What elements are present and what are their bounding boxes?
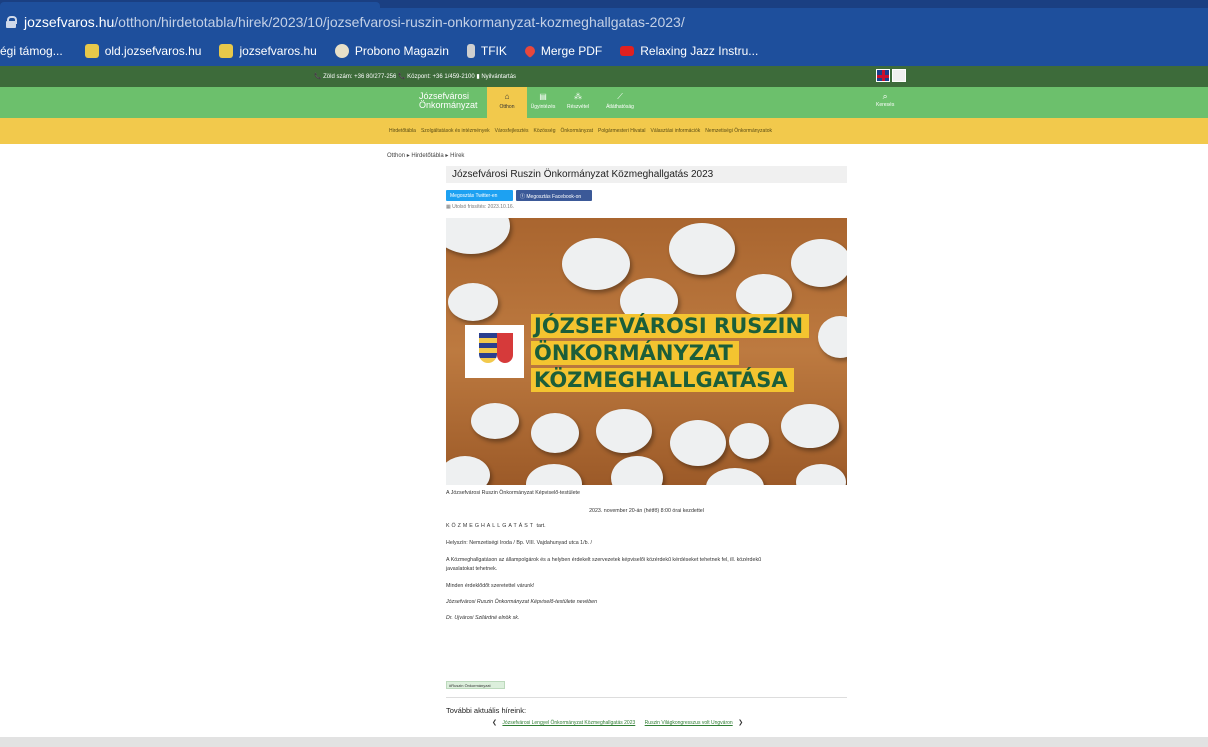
ruthenian-flag-icon[interactable] [892,69,906,82]
last-updated: ▦ Utolsó frissítés: 2023.10.16. [446,204,515,210]
lock-icon [6,16,17,28]
ruthenian-crest-icon [465,325,524,378]
horizontal-scrollbar[interactable] [0,737,1208,747]
url-path: /otthon/hirdetotabla/hirek/2023/10/jozse… [114,14,685,30]
hero-image: JÓZSEFVÁROSI RUSZIN ÖNKORMÁNYZAT KÖZMEGH… [446,218,847,485]
crest-icon [219,44,234,58]
bookmark-label: old.jozsefvaros.hu [104,44,202,58]
share-twitter-button[interactable]: Megosztás Twitter-en [446,190,513,201]
lantern-icon [466,44,475,58]
people-icon: ⁂ [574,92,582,101]
paragraph-text: tart. [536,523,546,529]
share-label: Megosztás Twitter-en [450,193,498,199]
paragraph-emphasis: KÖZMEGHALLGATÁST [446,523,536,529]
breadcrumb-section[interactable]: Hirdetőtábla [411,153,443,159]
bookmark-item[interactable]: égi támog... [0,44,63,58]
browser-tab-strip [0,0,1208,8]
main-nav: Józsefvárosi Önkormányzat ⌂ Otthon ▤ Ügyint… [0,87,1208,118]
nav-item-ugyintezes[interactable]: ▤ Ügyintézés [523,87,563,118]
breadcrumb-home[interactable]: Otthon [387,153,405,159]
crest-icon [84,44,99,58]
subnav-item[interactable]: Nemzetiségi Önkormányzatok [705,128,772,134]
next-article-link[interactable]: Ruszin Világkongresszus volt Ungváron [645,720,733,726]
language-switcher [876,69,906,82]
bookmark-label: jozsefvaros.hu [239,44,317,58]
hero-headline: JÓZSEFVÁROSI RUSZIN ÖNKORMÁNYZAT KÖZMEGH… [531,314,810,395]
paragraph: 2023. november 20-án (hétfő) 8:00 órai k… [589,508,704,514]
nav-item-atlathatosag[interactable]: ⟋ Átláthatóság [597,87,643,118]
home-icon: ⌂ [504,92,510,101]
article-title: Józsefvárosi Ruszin Önkormányzat Közmegh… [452,169,714,180]
search-label: Keresés [876,102,895,108]
logo-line: Önkormányzat [419,100,478,110]
hero-line: KÖZMEGHALLGATÁSA [531,368,794,392]
paragraph: A Józsefvárosi Ruszin Önkormányzat Képvi… [446,490,580,496]
divider [446,697,847,698]
bookmarks-bar: égi támog... old.jozsefvaros.hu jozsefva… [0,36,1208,66]
uk-flag-icon[interactable] [876,69,890,82]
more-news-heading: További aktuális híreink: [446,706,527,715]
breadcrumb-separator: ▸ [406,153,410,159]
paragraph: Józsefvárosi Ruszin Önkormányzat Képvise… [446,599,598,605]
nav-item-reszvetel[interactable]: ⁂ Részvétel [558,87,598,118]
bookmark-item[interactable]: Relaxing Jazz Instru... [620,44,758,58]
paragraph: Minden érdeklődőt szeretettel várunk! [446,583,535,589]
breadcrumb-separator: ▸ [445,153,449,159]
subnav-item[interactable]: Önkormányzat [561,128,594,134]
bookmark-label: égi támog... [0,44,63,58]
nav-label: Otthon [499,104,515,110]
bookmark-label: Probono Magazin [354,44,449,58]
hero-line: JÓZSEFVÁROSI RUSZIN [531,314,810,338]
circle-icon [334,44,349,58]
bookmark-item[interactable]: Probono Magazin [334,44,449,58]
info-bar: 📞 Zöld szám: +36 80/277-256 📞 Központ: +… [0,66,1208,87]
subnav-item[interactable]: Választási információk [651,128,701,134]
breadcrumb-current[interactable]: Hírek [450,153,464,159]
subnav-item[interactable]: Hirdetőtábla [389,128,416,134]
share-label: ⓕ Megosztás Facebook-on [520,194,582,200]
subnav-item[interactable]: Polgármesteri Hivatal [598,128,646,134]
bookmark-item[interactable]: Merge PDF [522,43,603,59]
heart-icon [522,43,537,59]
bookmark-label: Merge PDF [540,44,603,58]
subnav-item[interactable]: Szolgáltatások és intézmények [421,128,490,134]
breadcrumb: Otthon ▸ Hirdetőtábla ▸ Hírek [387,152,464,159]
nav-label: Ügyintézés [530,104,556,110]
nav-label: Átláthatóság [606,104,634,110]
chart-icon: ⟋ [617,92,623,101]
paragraph: javaslatokat tehetnek. [446,566,498,572]
search-icon: ⌕ [882,91,888,101]
subnav-item[interactable]: Közösség [534,128,556,134]
article-tag[interactable]: #Ruszin Önkormányzat [446,681,505,689]
paragraph: Helyszín: Nemzetiségi Iroda / Bp. VIII. … [446,540,592,546]
more-news-links: ❮ Józsefvárosi Lengyel Önkormányzat Közm… [492,719,743,726]
sub-nav: Hirdetőtábla Szolgáltatások és intézmény… [0,118,1208,144]
paragraph: Dr. Ujvárosi Szilárdné elnök sk. [446,615,520,621]
nav-label: Részvétel [567,104,589,110]
address-bar[interactable]: jozsefvaros.hu/otthon/hirdetotabla/hirek… [0,8,1208,36]
paragraph: KÖZMEGHALLGATÁST tart. [446,523,546,530]
youtube-icon [620,46,635,56]
search-button[interactable]: ⌕ Keresés [876,91,894,108]
bookmark-item[interactable]: TFIK [466,44,507,58]
prev-article-link[interactable]: Józsefvárosi Lengyel Önkormányzat Közmeg… [502,720,635,726]
chevron-right-icon[interactable]: ❯ [738,720,743,726]
hero-line: ÖNKORMÁNYZAT [531,341,739,365]
site-logo[interactable]: Józsefvárosi Önkormányzat [419,92,478,110]
bookmark-label: Relaxing Jazz Instru... [640,44,759,58]
article-title-box: Józsefvárosi Ruszin Önkormányzat Közmegh… [446,166,847,183]
bookmark-label: TFIK [480,44,507,58]
document-icon: ▤ [539,92,547,101]
contact-numbers: 📞 Zöld szám: +36 80/277-256 📞 Központ: +… [314,74,517,80]
subnav-item[interactable]: Városfejlesztés [495,128,529,134]
paragraph: A Közmeghallgatáson az állampolgárok és … [446,557,762,563]
share-facebook-button[interactable]: ⓕ Megosztás Facebook-on [516,190,592,201]
bookmark-item[interactable]: old.jozsefvaros.hu [84,44,202,58]
bookmark-item[interactable]: jozsefvaros.hu [219,44,317,58]
nav-item-otthon[interactable]: ⌂ Otthon [487,87,527,118]
url-host: jozsefvaros.hu [24,14,115,30]
chevron-left-icon[interactable]: ❮ [492,720,497,726]
